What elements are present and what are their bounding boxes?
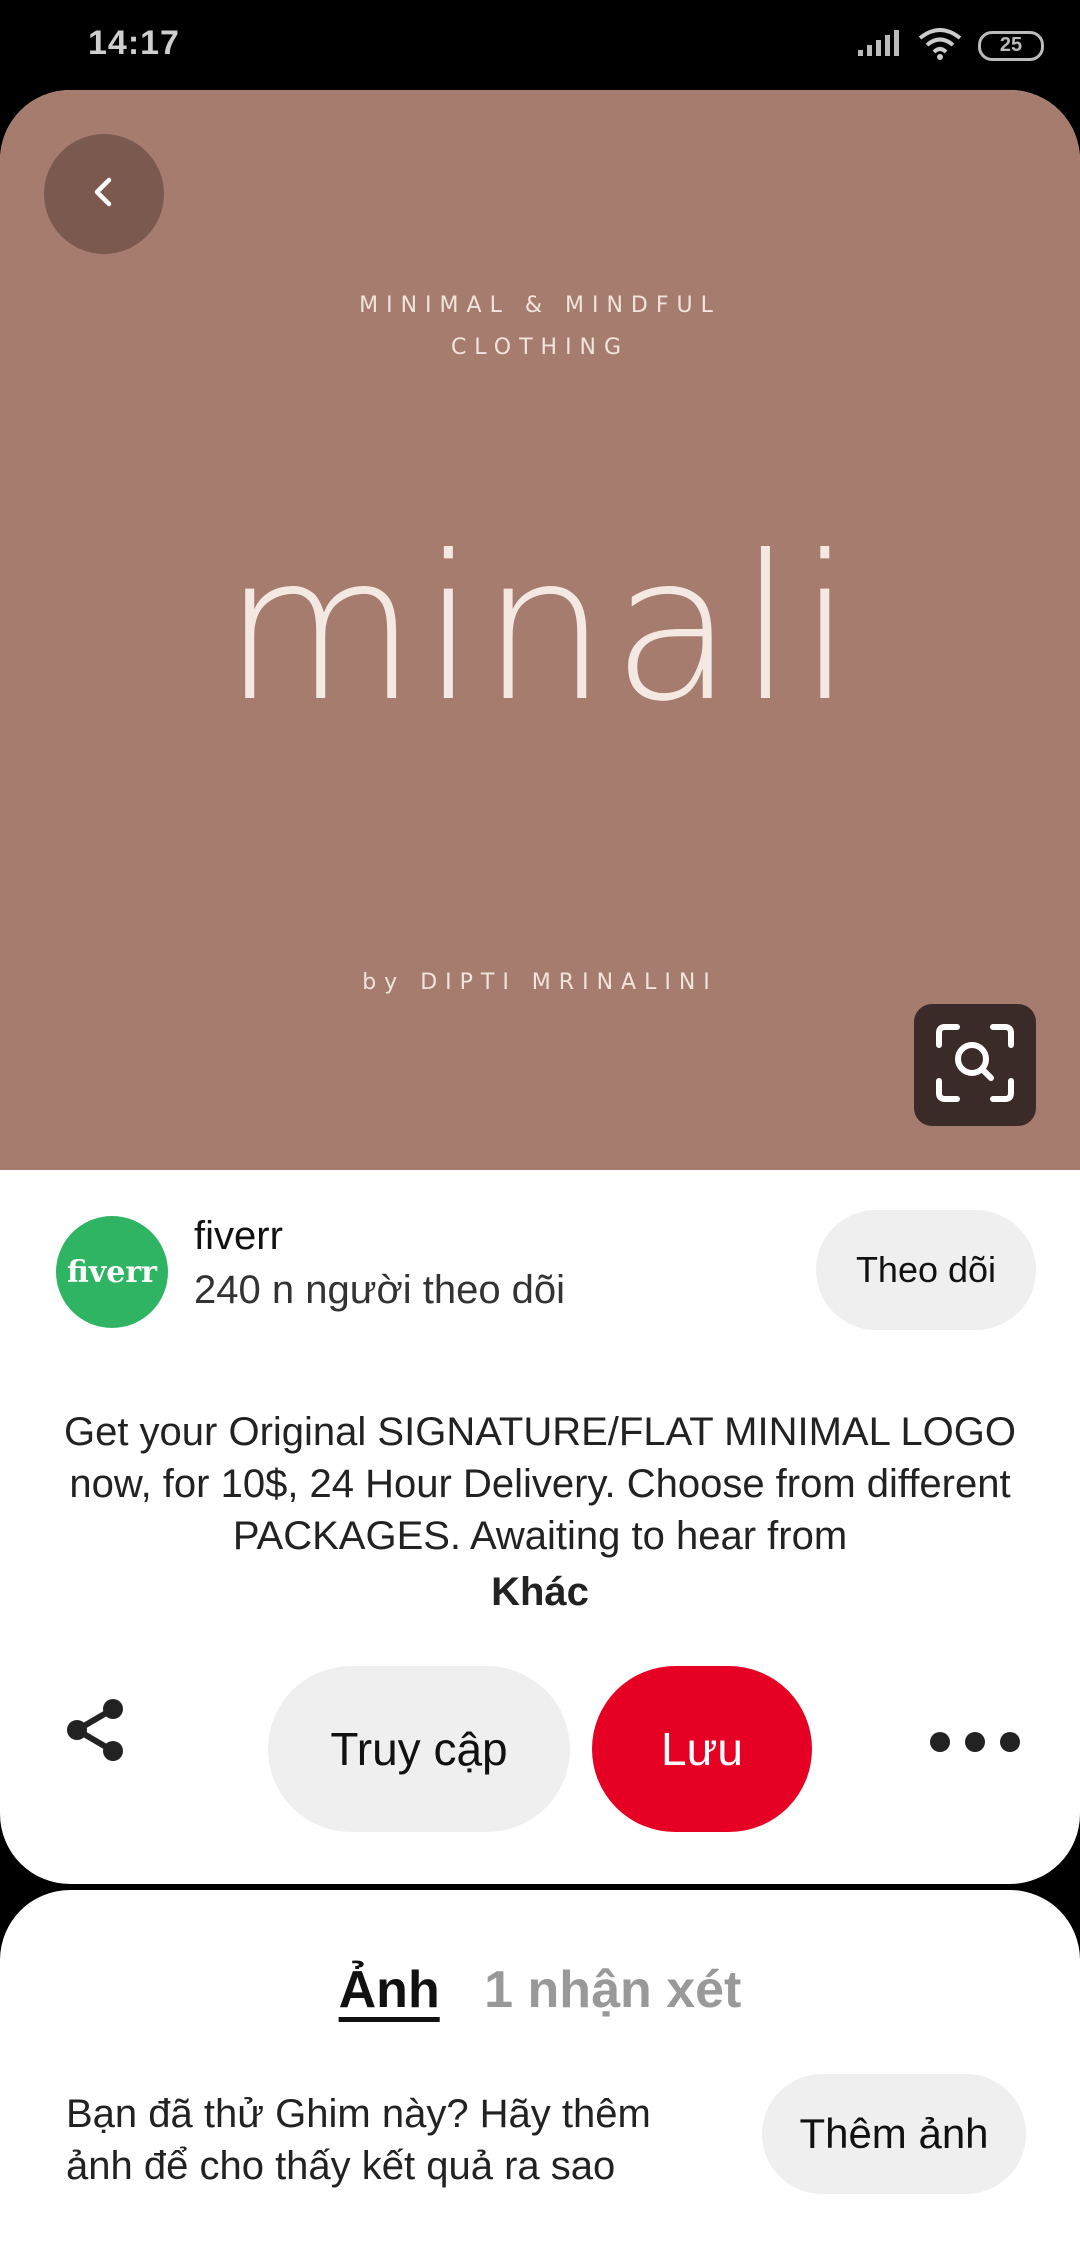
status-icons: 25 — [856, 26, 1044, 65]
add-photo-prompt: Bạn đã thử Ghim này? Hãy thêm ảnh để cho… — [66, 2092, 651, 2188]
signal-icon — [856, 28, 902, 63]
battery-indicator: 25 — [978, 30, 1044, 61]
tab-comments[interactable]: 1 nhận xét — [484, 1961, 741, 2019]
photos-section: Ảnh 1 nhận xét Bạn đã thử Ghim này? Hãy … — [0, 1890, 1080, 2248]
more-link[interactable]: Khác — [0, 1570, 1080, 1615]
add-photo-button[interactable]: Thêm ảnh — [762, 2074, 1026, 2194]
status-time: 14:17 — [88, 24, 180, 62]
image-tagline-line1: MINIMAL & MINDFUL — [359, 293, 721, 318]
pin-card: MINIMAL & MINDFUL CLOTHING minali by DIP… — [0, 90, 1080, 1884]
save-button[interactable]: Lưu — [592, 1666, 812, 1832]
creator-row: fiverr fiverr 240 n người theo dõi Theo … — [0, 1210, 1080, 1330]
follow-button[interactable]: Theo dõi — [816, 1210, 1036, 1330]
section-tabs: Ảnh 1 nhận xét — [0, 1960, 1080, 2020]
back-button[interactable] — [44, 134, 164, 254]
dot — [1000, 1732, 1020, 1752]
visual-search-icon — [933, 1021, 1017, 1110]
image-tagline-line2: CLOTHING — [450, 335, 630, 360]
image-brand-text: minali — [222, 513, 858, 746]
share-button[interactable] — [56, 1692, 136, 1772]
dot — [930, 1732, 950, 1752]
pin-description: Get your Original SIGNATURE/FLAT MINIMAL… — [63, 1410, 1017, 1558]
visual-search-button[interactable] — [914, 1004, 1036, 1126]
visit-button[interactable]: Truy cập — [268, 1666, 570, 1832]
status-bar: 14:17 25 — [0, 0, 1080, 90]
creator-name[interactable]: fiverr — [194, 1214, 283, 1259]
share-icon — [61, 1695, 131, 1770]
dot — [965, 1732, 985, 1752]
chevron-left-icon — [84, 172, 124, 217]
wifi-icon — [918, 26, 962, 65]
avatar[interactable]: fiverr — [56, 1216, 168, 1328]
more-options-button[interactable] — [930, 1712, 1020, 1772]
pin-image[interactable]: MINIMAL & MINDFUL CLOTHING minali by DIP… — [0, 90, 1080, 1170]
tab-photos[interactable]: Ảnh — [339, 1961, 440, 2019]
follower-count: 240 n người theo dõi — [194, 1268, 566, 1312]
image-credit: by DIPTI MRINALINI — [362, 970, 718, 995]
